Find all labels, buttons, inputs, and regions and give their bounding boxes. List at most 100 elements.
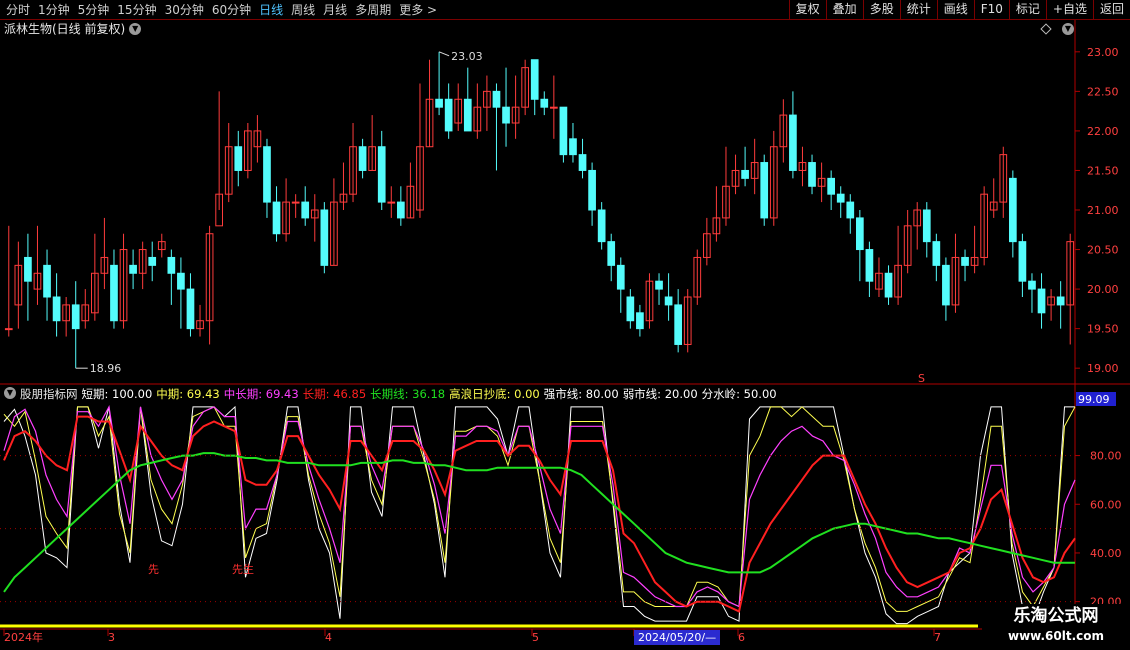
candle-down xyxy=(129,264,137,274)
series-line xyxy=(3,405,1076,608)
candle-down xyxy=(942,264,950,306)
indicator-legend: ▼ 股朋指标网 短期: 100.00 中期: 69.43 中长期: 69.43 长期:… xyxy=(4,387,781,401)
signal-marker: S xyxy=(918,372,925,385)
price-tick-label: 20.00 xyxy=(1087,283,1119,296)
candlestick-series xyxy=(4,51,1075,369)
candle-down xyxy=(626,296,635,322)
candle-down xyxy=(922,209,931,243)
candle-down xyxy=(569,138,577,156)
candle-down xyxy=(760,162,769,219)
indicator-tick-label: 60.00 xyxy=(1090,498,1122,511)
logo-url: www.60lt.com xyxy=(1007,629,1105,643)
legend-item: 长期: 46.85 xyxy=(302,387,367,401)
candle-down xyxy=(1008,177,1017,243)
candle-down xyxy=(320,209,329,266)
candle-down xyxy=(110,264,118,322)
legend-item: 高浪日抄底: 0.00 xyxy=(449,387,540,401)
candle-down xyxy=(463,98,472,132)
candle-down xyxy=(588,169,596,211)
indicator-axis: 80.0060.0040.0020.0099.09 xyxy=(0,392,1122,628)
price-tick-label: 19.50 xyxy=(1087,323,1119,336)
candle-down xyxy=(1056,296,1065,306)
candle-down xyxy=(492,90,501,108)
candle-up xyxy=(291,201,300,204)
legend-item: 分水岭: 50.00 xyxy=(701,387,777,401)
candle-up xyxy=(387,201,396,204)
candle-down xyxy=(674,304,683,345)
date-label: 2024年 xyxy=(4,631,43,644)
candle-down xyxy=(827,177,836,195)
date-label: 3 xyxy=(108,631,115,644)
legend-item: 强市线: 80.00 xyxy=(543,387,619,401)
candle-down xyxy=(530,59,539,100)
candle-down xyxy=(358,146,367,171)
candle-down xyxy=(263,146,271,203)
candle-down xyxy=(607,241,616,266)
candle-down xyxy=(846,201,855,219)
candle-down xyxy=(1028,280,1036,290)
candle-down xyxy=(186,288,195,330)
candle-down xyxy=(884,272,893,298)
annotations: 23.03 18.96 S xyxy=(75,50,925,385)
candle-down xyxy=(1018,241,1027,282)
candle-down xyxy=(664,296,673,306)
candle-down xyxy=(961,256,969,266)
high-pointer xyxy=(438,51,450,57)
series-line xyxy=(3,406,1076,612)
candle-down xyxy=(377,146,386,203)
logo-title: 乐淘公式网 xyxy=(1013,606,1099,626)
legend-item: 长期线: 36.18 xyxy=(370,387,446,401)
candle-up xyxy=(4,328,13,331)
legend-item: 短期: 100.00 xyxy=(81,387,153,401)
site-logo: 乐淘公式网 www.60lt.com xyxy=(982,604,1130,650)
candle-down xyxy=(272,201,281,235)
candle-down xyxy=(865,249,874,282)
candle-down xyxy=(836,193,845,203)
candle-down xyxy=(855,217,864,251)
price-tick-label: 21.00 xyxy=(1087,204,1119,217)
legend-item: 中期: 69.43 xyxy=(156,387,220,401)
candle-down xyxy=(540,98,549,108)
candle-down xyxy=(167,256,176,274)
series-line xyxy=(3,405,1075,625)
legend-item: 弱市线: 20.00 xyxy=(622,387,698,401)
candle-down xyxy=(741,169,749,179)
date-label: 7 xyxy=(934,631,941,644)
date-label: 5 xyxy=(532,631,539,644)
indicator-name: 股朋指标网 xyxy=(20,387,78,401)
candle-down xyxy=(597,209,606,243)
candle-down xyxy=(578,154,587,171)
signal-label: 先生 xyxy=(232,562,254,576)
candle-down xyxy=(616,264,625,290)
low-label: 18.96 xyxy=(90,362,122,375)
candle-down xyxy=(1037,288,1046,314)
current-value: 99.09 xyxy=(1078,393,1110,406)
price-tick-label: 19.00 xyxy=(1087,362,1119,375)
indicator-tick-label: 40.00 xyxy=(1090,547,1122,560)
candle-down xyxy=(502,106,510,124)
price-axis: 23.00 22.50 22.00 21.50 21.00 20.50 20.00 19.50… xyxy=(1075,46,1119,375)
candle-down xyxy=(24,256,32,282)
price-tick-label: 22.50 xyxy=(1087,85,1119,98)
date-label: 2024/05/20/— xyxy=(634,630,721,645)
candle-down xyxy=(71,304,80,330)
high-label: 23.03 xyxy=(451,50,483,63)
candle-down xyxy=(808,162,816,187)
candle-down xyxy=(396,201,405,219)
candle-down xyxy=(636,312,644,330)
candle-down xyxy=(148,256,157,266)
legend-item: 中长期: 69.43 xyxy=(223,387,299,401)
candle-down xyxy=(559,106,568,156)
candle-down xyxy=(43,264,51,298)
chevron-down-icon[interactable]: ▼ xyxy=(4,387,16,399)
date-label: 6 xyxy=(738,631,745,644)
candle-down xyxy=(301,201,310,219)
candle-up xyxy=(549,106,558,109)
indicator-series: 先 先生 xyxy=(3,405,1076,625)
candle-down xyxy=(435,98,443,108)
candle-down xyxy=(177,272,185,290)
series-line xyxy=(3,452,1075,593)
chart-canvas: 23.00 22.50 22.00 21.50 21.00 20.50 20.00 19.50… xyxy=(0,20,1130,636)
candle-down xyxy=(655,280,663,290)
date-label: 4 xyxy=(325,631,332,644)
